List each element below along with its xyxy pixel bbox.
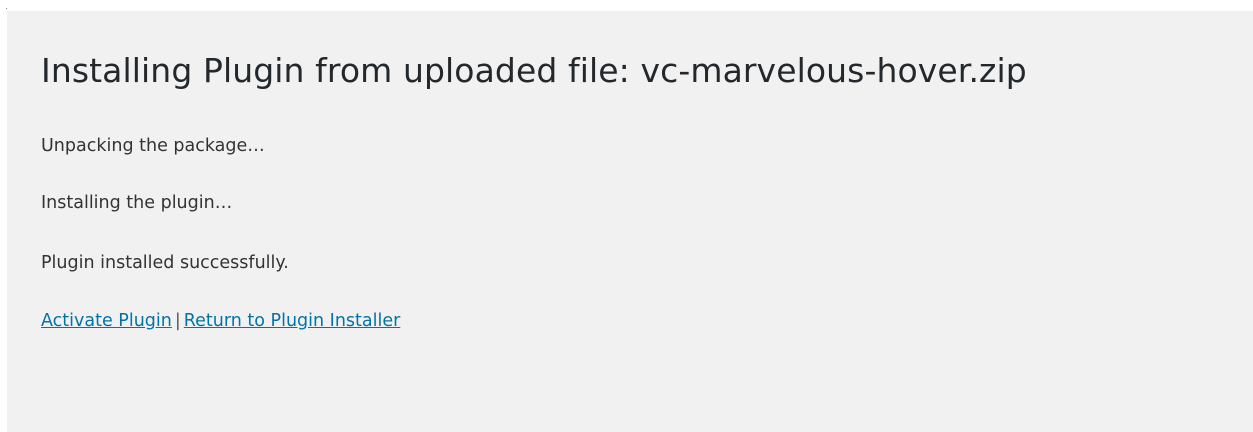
corner-pixel: [6, 8, 7, 9]
link-separator: |: [174, 311, 181, 331]
status-message-installing: Installing the plugin…: [41, 193, 233, 213]
return-to-plugin-installer-link[interactable]: Return to Plugin Installer: [184, 311, 401, 331]
content-panel: Installing Plugin from uploaded file: vc…: [7, 11, 1253, 432]
action-links: Activate Plugin | Return to Plugin Install…: [41, 309, 400, 333]
status-message-unpacking: Unpacking the package…: [41, 136, 265, 156]
activate-plugin-link[interactable]: Activate Plugin: [41, 311, 172, 331]
status-message-success: Plugin installed successfully.: [41, 253, 289, 273]
page-title: Installing Plugin from uploaded file: vc…: [41, 51, 1027, 90]
